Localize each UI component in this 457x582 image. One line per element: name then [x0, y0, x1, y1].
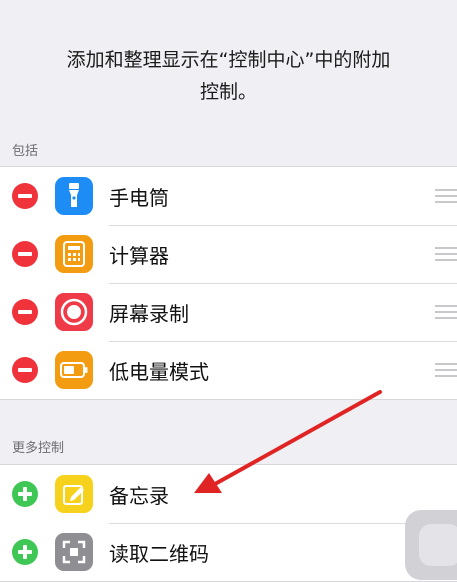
notes-icon — [55, 475, 93, 513]
reorder-handle-icon[interactable] — [435, 305, 457, 319]
battery-icon — [55, 351, 93, 389]
reorder-handle-icon[interactable] — [435, 189, 457, 203]
add-button[interactable] — [12, 539, 38, 565]
remove-button[interactable] — [12, 357, 38, 383]
list-item-calculator[interactable]: 计算器 — [0, 225, 457, 283]
section-title-included: 包括 — [12, 144, 39, 159]
list-item-low-power-mode[interactable]: 低电量模式 — [0, 341, 457, 399]
list-item-notes[interactable]: 备忘录 — [0, 465, 457, 523]
list-item-qr-scanner[interactable]: 读取二维码 — [0, 523, 457, 581]
more-controls-list: 备忘录 读取二维码 — [0, 464, 457, 582]
header-description: 添加和整理显示在“控制中心”中的附加 控制。 — [0, 44, 457, 108]
included-list: 手电筒 计算器 屏幕录制 低电量模式 — [0, 166, 457, 400]
remove-button[interactable] — [12, 299, 38, 325]
remove-button[interactable] — [12, 183, 38, 209]
assistive-touch-button[interactable] — [405, 510, 457, 580]
list-item-flashlight[interactable]: 手电筒 — [0, 167, 457, 225]
list-item-label: 屏幕录制 — [109, 301, 189, 326]
list-item-screen-recording[interactable]: 屏幕录制 — [0, 283, 457, 341]
list-item-label: 手电筒 — [109, 185, 169, 210]
qr-scan-icon — [55, 533, 93, 571]
list-item-label: 低电量模式 — [109, 359, 209, 384]
remove-button[interactable] — [12, 241, 38, 267]
calculator-icon — [55, 235, 93, 273]
add-button[interactable] — [12, 481, 38, 507]
list-item-label: 读取二维码 — [109, 541, 209, 566]
header-line-1: 添加和整理显示在“控制中心”中的附加 — [66, 49, 391, 71]
header-line-2: 控制。 — [199, 81, 257, 103]
reorder-handle-icon[interactable] — [435, 247, 457, 261]
list-item-label: 备忘录 — [109, 483, 169, 508]
section-title-more: 更多控制 — [12, 441, 65, 456]
flashlight-icon — [55, 177, 93, 215]
screen-record-icon — [55, 293, 93, 331]
list-item-label: 计算器 — [109, 243, 169, 268]
reorder-handle-icon[interactable] — [435, 363, 457, 377]
